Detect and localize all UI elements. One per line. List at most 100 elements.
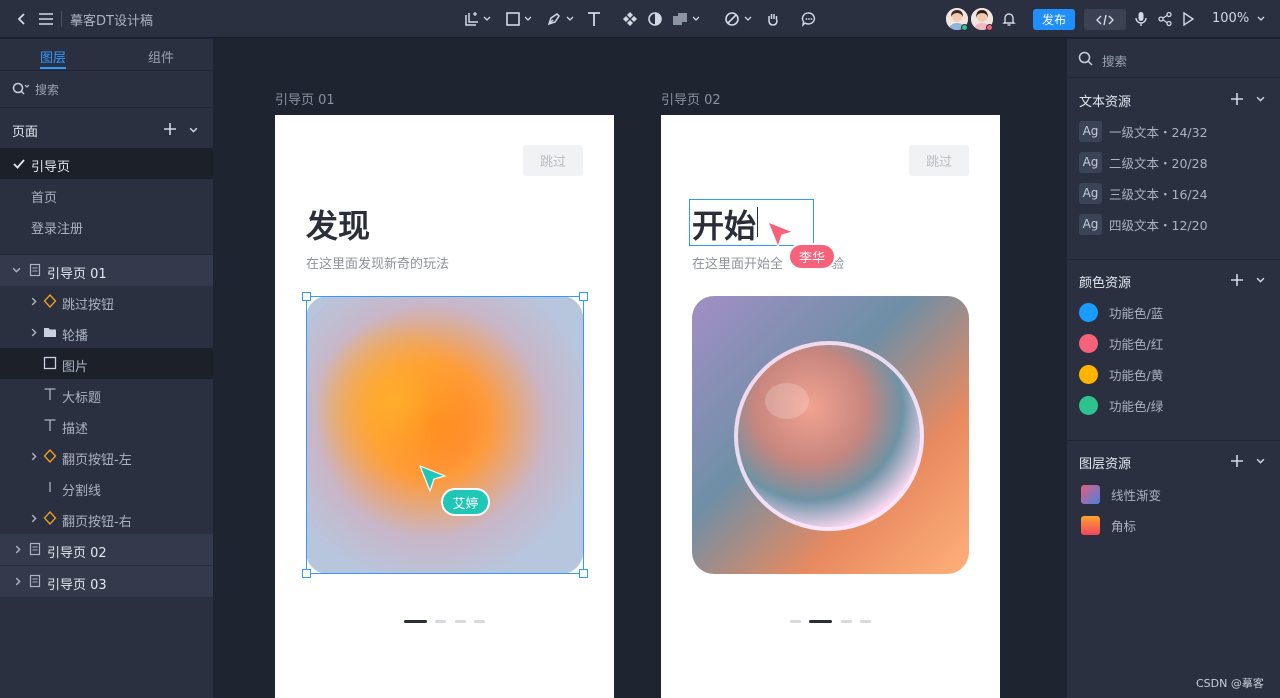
layer-item[interactable]: 引导页 02 [0, 534, 213, 565]
tab-components[interactable]: 组件 [148, 47, 174, 66]
add-page-icon[interactable] [163, 122, 177, 136]
bell-icon[interactable] [999, 9, 1019, 29]
layer-asset-item[interactable]: 角标 [1081, 513, 1136, 537]
zoom-level[interactable]: 100% [1212, 11, 1249, 26]
text-tool-icon[interactable] [584, 9, 604, 29]
skip-button[interactable]: 跳过 [523, 145, 583, 176]
layer-item[interactable]: 引导页 01 [0, 255, 213, 286]
description[interactable]: 在这里面开始全 [692, 253, 783, 272]
chevron-down-icon[interactable] [1256, 95, 1265, 104]
color-swatch-item[interactable]: 功能色/绿 [1079, 393, 1163, 417]
chevron-right-icon[interactable] [14, 577, 23, 586]
chevron-down-icon[interactable] [744, 15, 752, 23]
hero-image[interactable] [692, 296, 969, 574]
left-panel: 图层 组件 搜索 页面 引导页 首页 登录注册 引导页 01 跳过按钮 轮播 图… [0, 39, 213, 698]
layer-item[interactable]: 大标题 [0, 379, 213, 410]
layer-item[interactable]: 轮播 [0, 317, 213, 348]
layer-item[interactable]: 翻页按钮-右 [0, 503, 213, 534]
layer-item[interactable]: 跳过按钮 [0, 286, 213, 317]
headline[interactable]: 发现 [306, 201, 370, 247]
chevron-down-icon[interactable] [483, 15, 491, 23]
pagination-dot[interactable] [455, 620, 466, 623]
color-swatch-item[interactable]: 功能色/蓝 [1079, 300, 1163, 324]
text-style-label: 四级文本・12/20 [1109, 218, 1208, 233]
play-icon[interactable] [1178, 9, 1198, 29]
pagination-dots [275, 620, 614, 624]
resize-handle[interactable] [302, 569, 311, 578]
layer-label: 引导页 03 [47, 578, 107, 593]
code-mode-button[interactable] [1084, 9, 1126, 30]
page-item[interactable]: 首页 [0, 179, 213, 210]
chevron-down-icon[interactable] [566, 15, 574, 23]
back-icon[interactable] [12, 9, 32, 29]
layer-item[interactable]: 分割线 [0, 472, 213, 503]
publish-button[interactable]: 发布 [1033, 9, 1075, 30]
resize-handle[interactable] [579, 292, 588, 301]
divider [1067, 259, 1280, 260]
layer-item[interactable]: 图片 [0, 348, 213, 379]
layer-item[interactable]: 引导页 03 [0, 566, 213, 597]
resize-handle[interactable] [302, 292, 311, 301]
chevron-down-icon[interactable] [189, 126, 198, 135]
component-icon[interactable] [620, 9, 640, 29]
search-icon[interactable] [12, 82, 30, 96]
chevron-right-icon[interactable] [30, 297, 39, 306]
pagination-dot[interactable] [790, 620, 801, 623]
chevron-down-icon[interactable] [12, 266, 21, 275]
chevron-down-icon[interactable] [692, 15, 700, 23]
add-icon[interactable] [1230, 273, 1244, 287]
page-item[interactable]: 引导页 [0, 148, 213, 179]
no-link-icon[interactable] [722, 9, 742, 29]
collaborator-name-tag: 艾婷 [441, 488, 490, 516]
text-style-item[interactable]: Ag 二级文本・20/28 [1079, 150, 1208, 174]
pagination-dot[interactable] [474, 620, 485, 623]
chevron-right-icon[interactable] [30, 514, 39, 523]
asset-search-input[interactable]: 搜索 [1102, 51, 1127, 70]
color-swatch-item[interactable]: 功能色/红 [1079, 331, 1163, 355]
hand-tool-icon[interactable] [763, 9, 783, 29]
comment-icon[interactable] [799, 9, 819, 29]
layer-assets-title: 图层资源 [1079, 457, 1132, 472]
rectangle-tool-icon[interactable] [503, 9, 523, 29]
layer-item[interactable]: 描述 [0, 410, 213, 441]
share-icon[interactable] [1155, 9, 1175, 29]
skip-button[interactable]: 跳过 [909, 145, 969, 176]
boolean-icon[interactable] [670, 9, 690, 29]
layer-asset-item[interactable]: 线性渐变 [1081, 482, 1161, 506]
chevron-right-icon[interactable] [14, 545, 23, 554]
pagination-dot[interactable] [841, 620, 852, 623]
layer-search-input[interactable]: 搜索 [35, 81, 59, 98]
text-style-item[interactable]: Ag 三级文本・16/24 [1079, 181, 1208, 205]
chevron-down-icon[interactable] [1256, 457, 1265, 466]
frame-label[interactable]: 引导页 02 [661, 89, 721, 108]
chevron-right-icon[interactable] [30, 328, 39, 337]
pagination-dot[interactable] [809, 620, 832, 623]
text-style-item[interactable]: Ag 一级文本・24/32 [1079, 119, 1208, 143]
tab-layers[interactable]: 图层 [40, 47, 66, 66]
text-style-item[interactable]: Ag 四级文本・12/20 [1079, 212, 1208, 236]
chevron-down-icon[interactable] [1257, 15, 1265, 23]
frame-tool-icon[interactable] [462, 9, 482, 29]
search-icon[interactable] [1078, 51, 1094, 67]
color-swatch-item[interactable]: 功能色/黄 [1079, 362, 1163, 386]
document-title[interactable]: 摹客DT设计稿 [70, 10, 153, 29]
page-item[interactable]: 登录注册 [0, 210, 213, 241]
menu-icon[interactable] [36, 9, 56, 29]
pagination-dot[interactable] [860, 620, 871, 623]
pagination-dot[interactable] [435, 620, 446, 623]
frame-label[interactable]: 引导页 01 [275, 89, 335, 108]
chevron-down-icon[interactable] [1256, 276, 1265, 285]
chevron-down-icon[interactable] [524, 15, 532, 23]
text-icon [44, 419, 56, 431]
design-canvas[interactable]: 引导页 01 跳过 发现 在这里面发现新奇的玩法 艾婷 引导页 02 跳过 开始… [213, 39, 1067, 698]
description[interactable]: 在这里面发现新奇的玩法 [306, 253, 449, 272]
pagination-dot[interactable] [404, 620, 427, 623]
microphone-icon[interactable] [1131, 9, 1151, 29]
chevron-right-icon[interactable] [30, 452, 39, 461]
pen-tool-icon[interactable] [544, 9, 564, 29]
resize-handle[interactable] [579, 569, 588, 578]
layer-item[interactable]: 翻页按钮-左 [0, 441, 213, 472]
mask-icon[interactable] [645, 9, 665, 29]
add-icon[interactable] [1230, 454, 1244, 468]
add-icon[interactable] [1230, 92, 1244, 106]
